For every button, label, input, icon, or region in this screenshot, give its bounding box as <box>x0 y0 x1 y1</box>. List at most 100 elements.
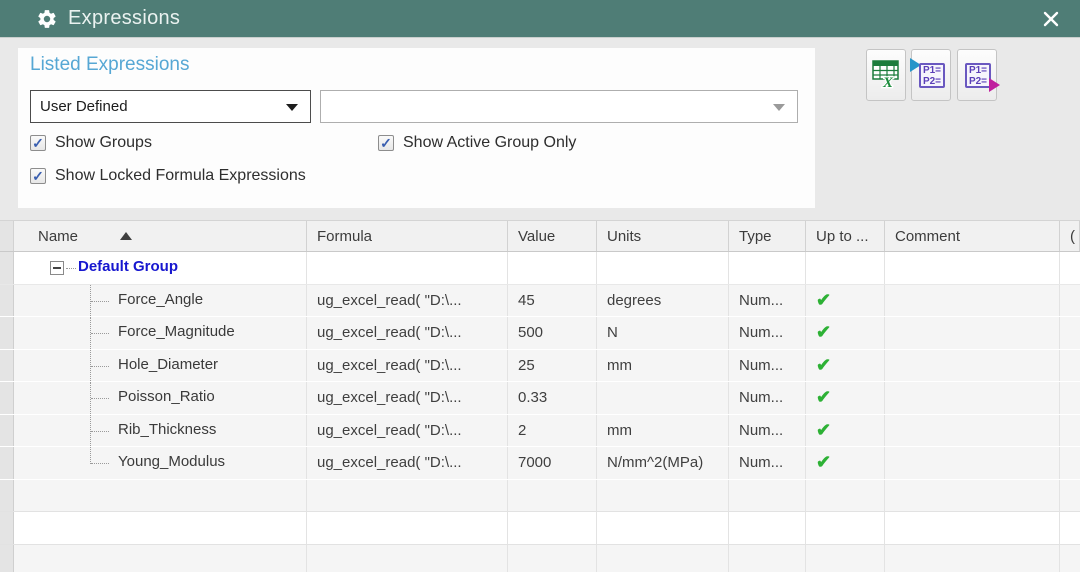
table-row[interactable]: Force_Magnitudeug_excel_read( "D:\...500… <box>0 317 1080 350</box>
expression-name[interactable]: Hole_Diameter <box>118 356 218 373</box>
col-type: Num... <box>729 415 806 447</box>
expression-name[interactable]: Rib_Thickness <box>118 421 216 438</box>
col-formula: ug_excel_read( "D:\... <box>307 350 508 382</box>
col-up-to-: ✔ <box>806 350 885 382</box>
col-formula <box>307 545 508 572</box>
export-arrow-icon <box>989 78 1000 92</box>
col-comment <box>885 512 1060 544</box>
col-units[interactable]: Units <box>597 221 729 251</box>
col-type[interactable]: Type <box>729 221 806 251</box>
table-row[interactable]: Poisson_Ratio ug_excel_read( "D:\...0.33 N… <box>0 382 1080 415</box>
col-units: mm <box>597 350 729 382</box>
tree-dash <box>91 431 109 432</box>
spreadsheet-icon: X <box>870 57 902 94</box>
row-gutter <box>0 545 14 572</box>
col-partial <box>1060 545 1080 572</box>
dialog-title-bar: Expressions <box>0 0 1080 38</box>
up-to-date-check-icon: ✔ <box>816 290 831 311</box>
col-formula: ug_excel_read( "D:\... <box>307 382 508 414</box>
col-type <box>729 252 806 284</box>
table-header-row: NameFormulaValue Units Type Up to ...Commen… <box>0 220 1080 252</box>
col-type <box>729 480 806 512</box>
expression-name[interactable]: Force_Angle <box>118 291 203 308</box>
show-locked-formula-expressions-checkbox[interactable]: ✓ <box>30 168 46 184</box>
col-formula[interactable]: Formula <box>307 221 508 251</box>
col-partial <box>1060 350 1080 382</box>
row-gutter <box>0 415 14 447</box>
empty-row[interactable] <box>0 480 1080 513</box>
col-comment <box>885 252 1060 284</box>
col-partial <box>1060 382 1080 414</box>
edit-in-spreadsheet-button[interactable]: X <box>866 49 906 101</box>
col-up-to-[interactable]: Up to ... <box>806 221 885 251</box>
export-expressions-button[interactable]: P1= P2= <box>957 49 997 101</box>
col-value: 0.33 <box>508 382 597 414</box>
col-comment <box>885 545 1060 572</box>
col-up-to- <box>806 512 885 544</box>
row-gutter <box>0 480 14 512</box>
col-comment <box>885 350 1060 382</box>
table-row[interactable]: Rib_Thicknessug_excel_read( "D:\...2mmNu… <box>0 415 1080 448</box>
group-row[interactable]: Default Group <box>0 252 1080 285</box>
col-name: Force_Angle <box>14 285 307 317</box>
col-partial <box>1060 285 1080 317</box>
tree-line <box>90 447 91 464</box>
collapse-expander[interactable] <box>50 261 64 275</box>
col-value: 45 <box>508 285 597 317</box>
col-type <box>729 512 806 544</box>
show-groups-checkbox[interactable]: ✓ <box>30 135 46 151</box>
category-dropdown-value: User Defined <box>31 98 128 115</box>
col-name <box>14 545 307 572</box>
col-type: Num... <box>729 382 806 414</box>
col-type: Num... <box>729 350 806 382</box>
tree-dash <box>91 398 109 399</box>
row-gutter <box>0 447 14 479</box>
header-label: Type <box>739 228 772 245</box>
header-label: Units <box>607 228 641 245</box>
expression-category-dropdown[interactable]: User Defined <box>30 90 311 123</box>
table-row[interactable]: Force_Angleug_excel_read( "D:\...45degre… <box>0 285 1080 318</box>
empty-row[interactable] <box>0 512 1080 545</box>
col-value <box>508 545 597 572</box>
col-formula <box>307 480 508 512</box>
col-value: 7000 <box>508 447 597 479</box>
col-up-to- <box>806 480 885 512</box>
col-comment <box>885 447 1060 479</box>
col-up-to-: ✔ <box>806 317 885 349</box>
show-groups-label: Show Groups <box>55 134 152 152</box>
empty-row[interactable] <box>0 545 1080 572</box>
table-row[interactable]: Young_Modulusug_excel_read( "D:\...7000N… <box>0 447 1080 480</box>
p2-label: P2= <box>969 76 987 87</box>
col-partial: ( <box>1060 221 1080 251</box>
close-icon[interactable] <box>1036 6 1066 32</box>
expression-filter-dropdown[interactable] <box>320 90 798 123</box>
col-comment <box>885 285 1060 317</box>
expression-name[interactable]: Force_Magnitude <box>118 323 235 340</box>
col-value[interactable]: Value <box>508 221 597 251</box>
export-p1p2-icon: P1= P2= <box>962 60 992 90</box>
tree-dash <box>91 333 109 334</box>
expression-name[interactable]: Poisson_Ratio <box>118 388 215 405</box>
col-units: N/mm^2(MPa) <box>597 447 729 479</box>
expression-name[interactable]: Young_Modulus <box>118 453 225 470</box>
up-to-date-check-icon: ✔ <box>816 452 831 473</box>
col-name: Poisson_Ratio <box>14 382 307 414</box>
col-comment[interactable]: Comment <box>885 221 1060 251</box>
show-active-group-only-checkbox[interactable]: ✓ <box>378 135 394 151</box>
col-up-to-: ✔ <box>806 415 885 447</box>
col-name: Hole_Diameter <box>14 350 307 382</box>
col-name[interactable]: Name <box>14 221 307 251</box>
col-units: mm <box>597 415 729 447</box>
table-row[interactable]: Hole_Diameterug_excel_read( "D:\...25mmN… <box>0 350 1080 383</box>
section-title: Listed Expressions <box>30 54 189 76</box>
col-name <box>14 512 307 544</box>
col-partial <box>1060 512 1080 544</box>
col-value <box>508 252 597 284</box>
import-expressions-button[interactable]: P1= P2= <box>911 49 951 101</box>
col-name: Force_Magnitude <box>14 317 307 349</box>
col-name <box>14 480 307 512</box>
row-gutter <box>0 382 14 414</box>
group-name[interactable]: Default Group <box>78 258 178 275</box>
up-to-date-check-icon: ✔ <box>816 322 831 343</box>
chevron-down-icon <box>286 104 298 111</box>
